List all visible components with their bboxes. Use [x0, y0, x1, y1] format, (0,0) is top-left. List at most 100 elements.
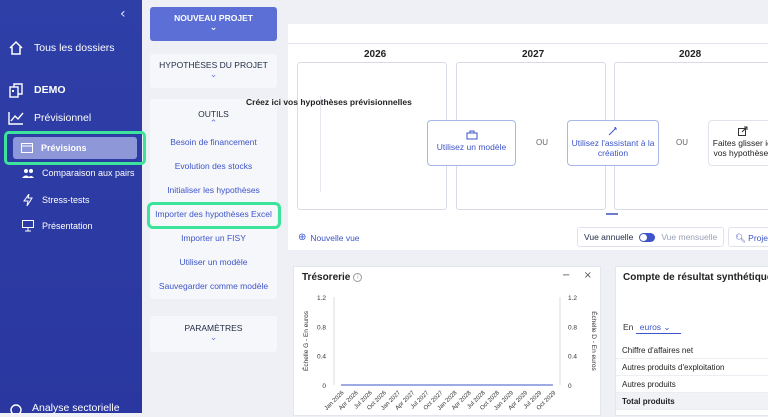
- nav-all-folders-label: Tous les dossiers: [34, 42, 115, 54]
- people-icon: [22, 169, 34, 178]
- nav-previsionnel-label: Prévisionnel: [34, 112, 92, 124]
- y-tick-label-right: 0.4: [568, 354, 577, 361]
- chevron-down-icon: ⌄: [209, 23, 218, 33]
- y-axis-title-right: Échelle D - En euros: [590, 311, 599, 371]
- column-marker: [320, 96, 321, 192]
- y-tick-label-left: 0.4: [317, 354, 326, 361]
- params-title: PARAMÈTRES: [184, 323, 243, 333]
- home-icon: [9, 40, 23, 55]
- tool-besoin-financement[interactable]: Besoin de financement: [150, 137, 277, 147]
- monthly-view-label[interactable]: Vue mensuelle: [661, 232, 717, 242]
- tool-initialiser[interactable]: Initialiser les hypothèses: [150, 185, 277, 195]
- chevron-down-icon: ⌄: [209, 333, 218, 343]
- highlight-previsions: [4, 131, 146, 165]
- tool-utiliser-modele[interactable]: Utiliser un modèle: [150, 257, 277, 267]
- sidebar-item-label: Stress-tests: [42, 195, 90, 205]
- table-row: Autres produits d'exploitation: [616, 359, 768, 376]
- new-project-button[interactable]: NOUVEAU PROJET ⌄: [150, 7, 277, 41]
- tool-importer-fisy[interactable]: Importer un FISY: [150, 233, 277, 243]
- drag-drop-label: Faites glisser ici vos hypothèses: [712, 138, 768, 158]
- table-row-total: Total produits: [616, 393, 768, 410]
- chevron-down-icon: ⌄: [209, 70, 218, 80]
- tresorerie-chart: 1.2 1.2 0.8 0.8 0.4 0.4 0 0 Échelle G - En euros…: [301, 295, 599, 412]
- sidebar-item-presentation[interactable]: Présentation: [22, 220, 93, 232]
- params-panel[interactable]: PARAMÈTRES ⌄: [150, 316, 277, 352]
- year-label: 2028: [679, 49, 702, 60]
- y-tick-label-right: 0: [568, 383, 572, 390]
- timeline-header: [288, 24, 768, 44]
- y-tick-label-left: 1.2: [317, 295, 326, 302]
- or-separator: OU: [536, 138, 548, 147]
- year-label: 2026: [364, 49, 387, 60]
- lightning-icon: [23, 194, 33, 206]
- nav-analyse-sectorielle[interactable]: Analyse sectorielle: [8, 402, 120, 414]
- view-switch[interactable]: [639, 232, 656, 242]
- tresorerie-widget: Trésorerie i − × 1.2 1.2 0.8 0.8 0.4 0.4 0 0 Éche…: [293, 266, 601, 416]
- tresorerie-title-text: Trésorerie: [302, 272, 351, 283]
- y-tick-label-right: 1.2: [568, 295, 577, 302]
- nav-all-folders[interactable]: Tous les dossiers: [8, 40, 115, 56]
- use-assistant-label: Utilisez l'assistant à la création: [571, 138, 655, 158]
- sector-icon: [10, 404, 22, 414]
- y-tick-label-left: 0: [322, 383, 326, 390]
- sidebar-item-stress-tests[interactable]: Stress-tests: [22, 194, 90, 206]
- hypotheses-title: HYPOTHÈSES DU PROJET: [159, 60, 268, 70]
- unit-dropdown[interactable]: euros ⌄: [635, 322, 681, 334]
- minimize-icon[interactable]: −: [562, 270, 570, 281]
- drag-drop-zone[interactable]: Faites glisser ici vos hypothèses: [708, 120, 768, 166]
- nav-analyse-label: Analyse sectorielle: [32, 402, 120, 414]
- timeline-panel: 2026 2027 2028: [288, 24, 768, 250]
- tool-sauvegarder-modele[interactable]: Sauvegarder comme modèle: [150, 281, 277, 291]
- search-icon: 🔍︎: [735, 233, 746, 243]
- nav-project-label: DEMO: [34, 84, 66, 96]
- table-row: Chiffre d'affaires net: [616, 342, 768, 359]
- create-hypotheses-title: Créez ici vos hypothèses prévisionnelles: [246, 97, 412, 107]
- sidebar-item-label: Comparaison aux pairs: [42, 168, 135, 178]
- sidebar-item-comparaison[interactable]: Comparaison aux pairs: [22, 168, 135, 178]
- compte-resultat-title-text: Compte de résultat synthétique: [623, 272, 768, 283]
- sidebar-item-label: Présentation: [42, 221, 93, 231]
- chevron-down-icon: ⌄: [663, 322, 671, 332]
- new-view-button[interactable]: ⊕ Nouvelle vue: [298, 232, 360, 243]
- magic-wand-icon: [608, 127, 617, 136]
- annual-view-label[interactable]: Vue annuelle: [584, 232, 633, 242]
- highlight-import-excel: [147, 202, 281, 229]
- compte-resultat-widget: Compte de résultat synthétiquei En euros…: [615, 266, 768, 416]
- briefcase-icon: [466, 130, 477, 140]
- y-axis-title-left: Échelle G - En euros: [301, 310, 310, 371]
- use-model-button[interactable]: Utilisez un modèle: [427, 120, 516, 166]
- unit-selector[interactable]: En euros ⌄: [623, 322, 681, 334]
- widget-controls: − ×: [552, 270, 592, 281]
- y-tick-label-left: 0.8: [317, 324, 326, 331]
- presentation-icon: [22, 220, 34, 232]
- info-icon[interactable]: i: [353, 272, 363, 282]
- new-view-label: Nouvelle vue: [310, 232, 360, 243]
- year-label: 2027: [522, 49, 545, 60]
- scroll-marker[interactable]: [606, 213, 618, 216]
- y-tick-label-right: 0.8: [568, 324, 577, 331]
- unit-prefix: En: [623, 322, 634, 332]
- nav-previsionnel[interactable]: Prévisionnel: [8, 111, 91, 125]
- table-row: Autres produits: [616, 376, 768, 393]
- project-icon: [9, 83, 23, 98]
- tresorerie-title: Trésorerie i: [302, 272, 363, 283]
- close-icon[interactable]: ×: [584, 270, 592, 281]
- tool-evolution-stocks[interactable]: Evolution des stocks: [150, 161, 277, 171]
- tools-panel: OUTILS ⌃ Besoin de financement Evolution…: [150, 99, 277, 299]
- collapse-sidebar-icon[interactable]: ‹: [120, 6, 126, 22]
- chevron-up-icon[interactable]: ⌃: [150, 119, 277, 129]
- sidebar: ‹ Tous les dossiers DEMO Prévisionnel Pr…: [0, 0, 142, 414]
- tools-title: OUTILS: [198, 109, 229, 119]
- use-model-label: Utilisez un modèle: [436, 142, 507, 152]
- upload-icon: [738, 126, 748, 136]
- plus-circle-icon: ⊕: [298, 232, 307, 243]
- hypotheses-panel[interactable]: HYPOTHÈSES DU PROJET ⌄: [150, 54, 277, 88]
- or-separator: OU: [676, 138, 688, 147]
- use-assistant-button[interactable]: Utilisez l'assistant à la création: [567, 120, 659, 166]
- project-button[interactable]: 🔍︎ Projeter: [728, 227, 768, 247]
- new-project-label: NOUVEAU PROJET: [174, 13, 253, 23]
- view-toggle[interactable]: Vue annuelle Vue mensuelle: [577, 227, 724, 247]
- nav-project-demo[interactable]: DEMO: [8, 82, 66, 98]
- chart-line-icon: [8, 112, 24, 125]
- compte-resultat-title: Compte de résultat synthétiquei: [623, 272, 768, 283]
